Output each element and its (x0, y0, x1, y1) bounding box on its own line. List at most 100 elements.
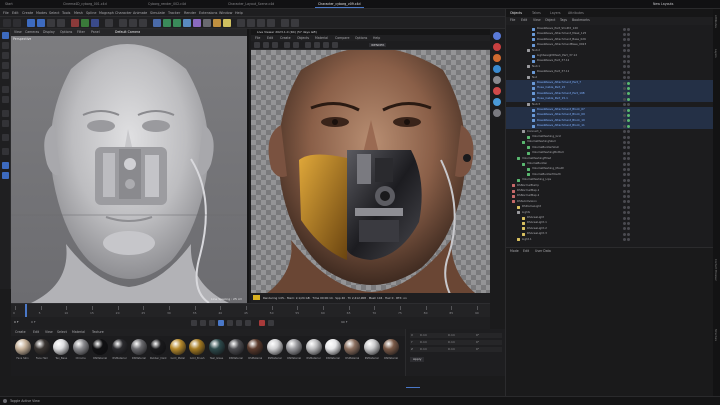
visibility-dot-icon[interactable] (623, 86, 626, 90)
visibility-dot-icon[interactable] (623, 151, 626, 155)
side-tab-layers[interactable]: Layers (714, 49, 717, 58)
prev-frame-icon[interactable] (209, 320, 215, 326)
menu-help[interactable]: Help (235, 10, 243, 16)
tab-takes[interactable]: Takes (532, 10, 541, 16)
workplane-icon[interactable] (257, 19, 265, 27)
record-key-icon[interactable] (259, 320, 265, 326)
menu-character[interactable]: Character (115, 10, 132, 16)
visibility-dot-icon[interactable] (623, 76, 626, 80)
enable-check-icon[interactable] (627, 97, 630, 101)
size-value[interactable]: 0 cm (448, 347, 455, 351)
render-view-icon[interactable] (119, 19, 127, 27)
visibility-dot-icon[interactable] (623, 184, 626, 188)
menu-mograph[interactable]: Mograph (99, 10, 114, 16)
material-swatch[interactable]: RSMaterial (363, 339, 380, 363)
enable-check-icon[interactable] (627, 151, 630, 155)
redo-icon[interactable] (13, 19, 21, 27)
om-menu-file[interactable]: File (510, 18, 515, 23)
visibility-dot-icon[interactable] (623, 65, 626, 69)
enable-check-icon[interactable] (627, 205, 630, 209)
render-picture-icon[interactable] (129, 19, 137, 27)
enable-check-icon[interactable] (627, 162, 630, 166)
deformer-icon[interactable] (193, 19, 201, 27)
rotation-value[interactable]: 0° (476, 333, 479, 337)
autokey-icon[interactable] (268, 320, 274, 326)
enable-check-icon[interactable] (627, 140, 630, 144)
vp-menu-display[interactable]: Display (43, 30, 55, 35)
z-axis-icon[interactable] (91, 19, 99, 27)
rotation-value[interactable]: 0° (476, 340, 479, 344)
layout-selector[interactable]: New Layouts (650, 1, 676, 8)
position-value[interactable]: 0 cm (420, 347, 427, 351)
side-tab-content-browser[interactable]: Content Browser (714, 259, 717, 281)
clay-icon[interactable] (323, 42, 329, 48)
om-menu-view[interactable]: View (533, 18, 541, 23)
enable-check-icon[interactable] (627, 32, 630, 36)
record-icon[interactable] (493, 43, 501, 51)
visibility-dot-icon[interactable] (623, 157, 626, 161)
camera-tag[interactable]: Default Camera (115, 30, 140, 35)
visibility-dot-icon[interactable] (623, 205, 626, 209)
mat-menu-create[interactable]: Create (15, 330, 26, 335)
solo-off-icon[interactable] (2, 120, 9, 127)
visibility-dot-icon[interactable] (623, 140, 626, 144)
visibility-dot-icon[interactable] (623, 70, 626, 74)
subdivision-icon[interactable] (173, 19, 181, 27)
enable-check-icon[interactable] (627, 211, 630, 215)
enable-check-icon[interactable] (627, 103, 630, 107)
y-axis-icon[interactable] (81, 19, 89, 27)
am-menu-edit[interactable]: Edit (523, 249, 529, 254)
focus-icon[interactable] (293, 42, 299, 48)
enable-check-icon[interactable] (627, 76, 630, 80)
vp-menu-options[interactable]: Options (60, 30, 72, 35)
current-frame-field[interactable]: 0 F (14, 320, 19, 324)
vp-menu-panel[interactable]: Panel (91, 30, 100, 35)
material-swatch[interactable]: Face Hair (33, 339, 50, 363)
visibility-dot-icon[interactable] (623, 178, 626, 182)
visibility-dot-icon[interactable] (623, 54, 626, 58)
mat-menu-view[interactable]: View (45, 330, 53, 335)
menu-create[interactable]: Create (22, 10, 33, 16)
menu-mesh[interactable]: Mesh (74, 10, 83, 16)
rotation-value[interactable]: 0° (476, 347, 479, 351)
snapping-icon[interactable] (2, 134, 9, 141)
material-swatch[interactable]: Teal_Glass (208, 339, 225, 363)
render-settings-icon[interactable] (139, 19, 147, 27)
visibility-dot-icon[interactable] (623, 216, 626, 220)
save-icon[interactable] (314, 42, 320, 48)
enable-check-icon[interactable] (627, 130, 630, 134)
menu-spline[interactable]: Spline (86, 10, 96, 16)
undo-icon[interactable] (3, 19, 11, 27)
enable-check-icon[interactable] (627, 216, 630, 220)
locked-workplane-icon[interactable] (2, 148, 9, 155)
enable-check-icon[interactable] (627, 221, 630, 225)
material-swatch[interactable]: RSMaterial (324, 339, 341, 363)
menu-edit[interactable]: Edit (12, 10, 19, 16)
enable-check-icon[interactable] (627, 70, 630, 74)
menu-tools[interactable]: Tools (62, 10, 70, 16)
material-swatch[interactable]: Face Skin (14, 339, 31, 363)
tab-document[interactable]: Character_Layout_Scene.c4d (225, 1, 277, 8)
visibility-dot-icon[interactable] (623, 130, 626, 134)
end-frame-field[interactable]: 90 F (341, 320, 348, 324)
material-swatch[interactable]: Tex_Base (53, 339, 70, 363)
enable-check-icon[interactable] (627, 157, 630, 161)
pen-spline-icon[interactable] (163, 19, 171, 27)
mat-menu-edit[interactable]: Edit (33, 330, 39, 335)
play-icon[interactable] (218, 320, 224, 326)
symmetry-icon[interactable] (267, 19, 275, 27)
visibility-dot-icon[interactable] (623, 27, 626, 31)
material-swatch[interactable]: RSMaterial (286, 339, 303, 363)
tab-document[interactable]: Cinema4D_cyborg_001.c4d (60, 1, 110, 8)
points-mode-icon[interactable] (2, 52, 9, 59)
perspective-viewport[interactable]: View Cameras Display Options Filter Pane… (11, 29, 249, 303)
settings-icon[interactable] (493, 109, 501, 117)
model-mode-icon[interactable] (2, 32, 9, 39)
enable-axis-icon[interactable] (2, 86, 9, 93)
enable-check-icon[interactable] (627, 227, 630, 231)
menu-tracker[interactable]: Tracker (168, 10, 180, 16)
visibility-dot-icon[interactable] (623, 108, 626, 112)
visibility-dot-icon[interactable] (623, 200, 626, 204)
am-menu-userdata[interactable]: User Data (535, 249, 551, 254)
coordinate-system-icon[interactable] (105, 19, 113, 27)
